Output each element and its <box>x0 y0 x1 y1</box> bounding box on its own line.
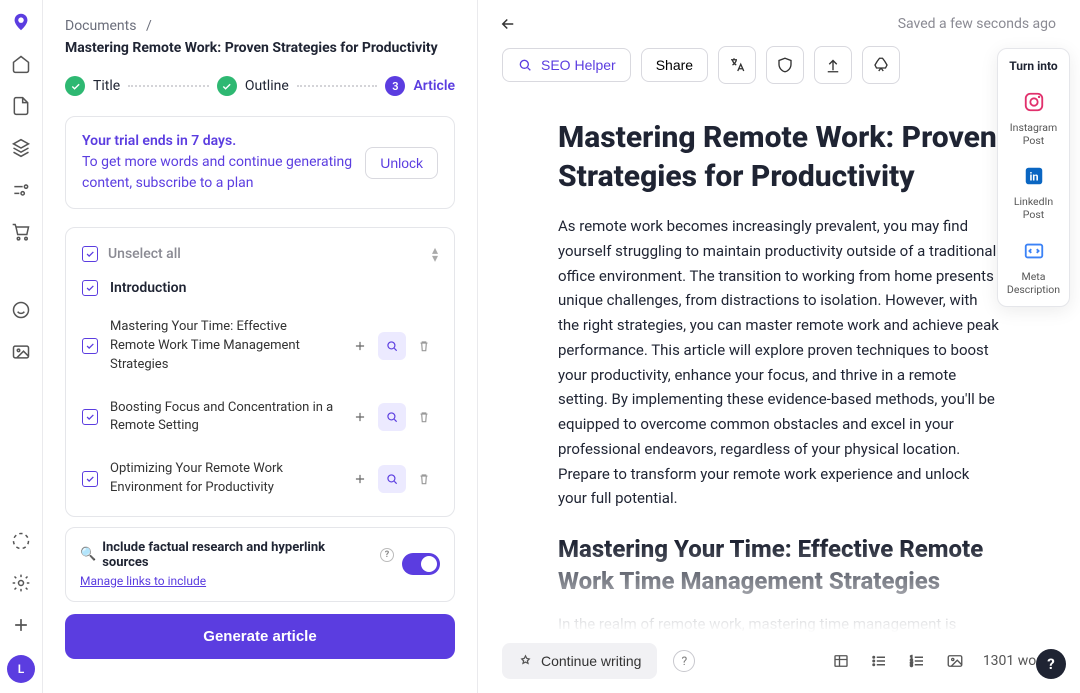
turn-into-panel: Turn into Instagram Post in LinkedIn Pos… <box>997 48 1070 307</box>
code-icon <box>1019 236 1049 266</box>
outline-list: Unselect all ▴▾ Introduction Mastering Y… <box>65 227 455 517</box>
left-panel: Documents / Mastering Remote Work: Prove… <box>43 0 478 693</box>
translate-icon[interactable] <box>718 46 756 84</box>
outline-item[interactable]: Boosting Focus and Concentration in a Re… <box>66 387 454 449</box>
svg-text:3: 3 <box>910 662 913 668</box>
article-h1: Mastering Remote Work: Proven Strategies… <box>558 118 1000 196</box>
doc-title: Mastering Remote Work: Proven Strategies… <box>65 40 455 56</box>
research-title: Include factual research and hyperlink s… <box>102 540 374 570</box>
delete-icon[interactable] <box>410 332 438 360</box>
help-icon[interactable]: ? <box>673 650 695 672</box>
research-toggle[interactable] <box>402 553 440 575</box>
shield-icon[interactable] <box>766 46 804 84</box>
turn-into-meta[interactable]: Meta Description <box>1002 236 1065 296</box>
intro-label: Introduction <box>110 280 186 296</box>
cart-icon[interactable] <box>9 220 33 244</box>
document-icon[interactable] <box>9 94 33 118</box>
outline-item-label: Boosting Focus and Concentration in a Re… <box>110 399 334 437</box>
check-icon <box>65 76 85 96</box>
instagram-icon <box>1019 87 1049 117</box>
editor-toolbar: SEO Helper Share <box>478 46 1080 98</box>
info-icon[interactable]: ? <box>380 548 394 562</box>
step-article[interactable]: Article <box>413 78 455 94</box>
delete-icon[interactable] <box>410 465 438 493</box>
turn-into-instagram[interactable]: Instagram Post <box>1002 87 1065 147</box>
step-divider <box>128 85 209 87</box>
outline-intro-row[interactable]: Introduction <box>66 270 454 306</box>
breadcrumb[interactable]: Documents / <box>65 18 455 34</box>
research-toggle-box: 🔍 Include factual research and hyperlink… <box>65 527 455 602</box>
seo-helper-button[interactable]: SEO Helper <box>502 48 631 82</box>
upload-icon[interactable] <box>814 46 852 84</box>
outline-item[interactable]: Mastering Your Time: Effective Remote Wo… <box>66 306 454 387</box>
bullet-list-icon[interactable] <box>869 651 889 671</box>
help-fab[interactable]: ? <box>1036 649 1066 679</box>
trial-headline: Your trial ends in 7 days. <box>82 131 353 152</box>
article-paragraph: In the realm of remote work, mastering t… <box>558 612 1000 633</box>
recycle-icon[interactable] <box>862 46 900 84</box>
saved-indicator: Saved a few seconds ago <box>898 16 1056 32</box>
checkbox-icon[interactable] <box>82 409 98 425</box>
turn-into-title: Turn into <box>1002 59 1065 73</box>
checkbox-icon[interactable] <box>82 280 98 296</box>
checkbox-icon[interactable] <box>82 246 98 262</box>
generate-article-button[interactable]: Generate article <box>65 614 455 659</box>
sort-icon[interactable]: ▴▾ <box>432 246 438 262</box>
wizard-steps: Title Outline 3 Article <box>65 76 455 96</box>
plus-icon[interactable] <box>9 613 33 637</box>
trial-notice: Your trial ends in 7 days. To get more w… <box>65 116 455 209</box>
checkbox-icon[interactable] <box>82 338 98 354</box>
breadcrumb-sep: / <box>146 18 152 34</box>
search-icon[interactable] <box>378 465 406 493</box>
home-icon[interactable] <box>9 52 33 76</box>
settings-sliders-icon[interactable] <box>9 178 33 202</box>
unselect-all-row[interactable]: Unselect all ▴▾ <box>66 238 454 270</box>
linkedin-icon: in <box>1019 161 1049 191</box>
article-intro-paragraph: As remote work becomes increasingly prev… <box>558 214 1000 511</box>
check-icon <box>217 76 237 96</box>
back-button[interactable] <box>496 12 520 36</box>
refresh-icon[interactable] <box>9 529 33 553</box>
step-divider <box>297 85 378 87</box>
gear-icon[interactable] <box>9 571 33 595</box>
unlock-button[interactable]: Unlock <box>365 147 438 179</box>
image-icon[interactable] <box>9 340 33 364</box>
search-icon[interactable] <box>378 332 406 360</box>
outline-item-label: Optimizing Your Remote Work Environment … <box>110 460 334 498</box>
step-title[interactable]: Title <box>93 78 120 94</box>
table-icon[interactable] <box>831 651 851 671</box>
chat-icon[interactable] <box>9 298 33 322</box>
turn-into-linkedin[interactable]: in LinkedIn Post <box>1002 161 1065 221</box>
nav-rail: L <box>0 0 43 693</box>
editor-bottom-bar: Continue writing ? 123 1301 words <box>478 633 1080 693</box>
share-button[interactable]: Share <box>641 48 708 82</box>
continue-writing-button[interactable]: Continue writing <box>502 643 657 679</box>
outline-item[interactable]: Optimizing Your Remote Work Environment … <box>66 448 454 510</box>
add-icon[interactable] <box>346 465 374 493</box>
trial-subtext: To get more words and continue generatin… <box>82 152 353 194</box>
step-number: 3 <box>385 76 405 96</box>
delete-icon[interactable] <box>410 403 438 431</box>
avatar[interactable]: L <box>7 655 35 683</box>
numbered-list-icon[interactable]: 123 <box>907 651 927 671</box>
layers-icon[interactable] <box>9 136 33 160</box>
article-h2: Mastering Your Time: Effective Remote Wo… <box>558 533 1000 598</box>
step-outline[interactable]: Outline <box>245 78 289 94</box>
checkbox-icon[interactable] <box>82 471 98 487</box>
magnifier-icon: 🔍 <box>80 547 96 562</box>
breadcrumb-root[interactable]: Documents <box>65 18 136 34</box>
image-insert-icon[interactable] <box>945 651 965 671</box>
document-body[interactable]: Mastering Remote Work: Proven Strategies… <box>478 98 1080 633</box>
unselect-label: Unselect all <box>108 246 422 262</box>
editor-panel: Saved a few seconds ago SEO Helper Share… <box>478 0 1080 693</box>
manage-links-link[interactable]: Manage links to include <box>80 574 206 588</box>
add-icon[interactable] <box>346 403 374 431</box>
svg-text:in: in <box>1029 171 1038 184</box>
search-icon[interactable] <box>378 403 406 431</box>
outline-item-label: Mastering Your Time: Effective Remote Wo… <box>110 318 334 375</box>
logo-icon[interactable] <box>9 10 33 34</box>
add-icon[interactable] <box>346 332 374 360</box>
